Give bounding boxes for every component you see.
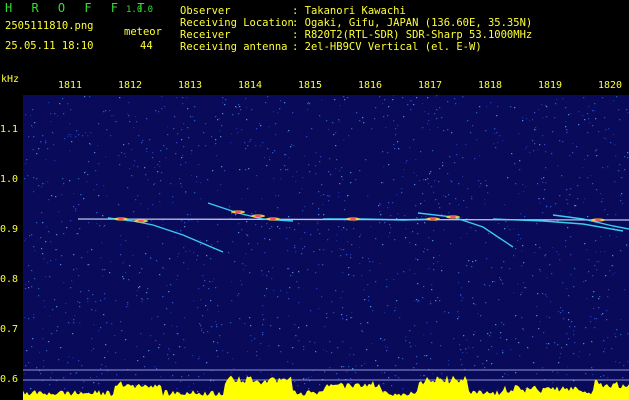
echo-hotspot-core bbox=[595, 218, 601, 222]
echo-hotspot-core bbox=[138, 219, 144, 223]
app-version: 1.0.0 bbox=[126, 5, 154, 15]
antenna-value: : 2el-HB9CV Vertical (el. E-W) bbox=[292, 41, 482, 53]
spectrogram-plot bbox=[23, 95, 629, 400]
receiver-value: : R820T2(RTL-SDR) SDR-Sharp 53.1000MHz bbox=[292, 29, 533, 41]
noise-speckle bbox=[27, 95, 621, 400]
x-tick-label: 1816 bbox=[358, 80, 383, 91]
observer-label: Observer bbox=[180, 5, 231, 17]
observer-value: : Takanori Kawachi bbox=[292, 5, 406, 17]
echo-hotspot-core bbox=[430, 217, 436, 221]
echo-hotspot-core bbox=[450, 215, 456, 219]
x-tick-label: 1814 bbox=[238, 80, 263, 91]
meteor-echo-trail bbox=[107, 217, 224, 253]
location-label: Receiving Location bbox=[180, 17, 294, 29]
y-tick-label: 0.9 bbox=[0, 224, 19, 235]
location-value: : Ogaki, Gifu, JAPAN (136.60E, 35.35N) bbox=[292, 17, 533, 29]
capture-datetime: 25.05.11 18:10 bbox=[5, 40, 94, 52]
y-unit-label: kHz bbox=[1, 74, 20, 85]
spectrogram-canvas bbox=[23, 95, 629, 400]
x-tick-label: 1820 bbox=[598, 80, 623, 91]
echo-hotspot-core bbox=[235, 210, 241, 214]
noise-speckle bbox=[24, 96, 629, 400]
header-panel: H R O F F T 1.0.0 2505111810.png 25.05.1… bbox=[0, 0, 629, 72]
x-tick-label: 1819 bbox=[538, 80, 563, 91]
noise-speckle bbox=[25, 98, 629, 400]
x-tick-label: 1813 bbox=[178, 80, 203, 91]
x-tick-label: 1815 bbox=[298, 80, 323, 91]
x-tick-label: 1811 bbox=[58, 80, 83, 91]
y-tick-label: 1.0 bbox=[0, 174, 19, 185]
file-name: 2505111810.png bbox=[5, 20, 94, 32]
antenna-label: Receiving antenna bbox=[180, 41, 288, 53]
y-tick-label: 0.6 bbox=[0, 374, 19, 385]
y-tick-label: 1.1 bbox=[0, 124, 19, 135]
echo-hotspot-core bbox=[350, 217, 356, 221]
echo-hotspot-core bbox=[270, 217, 276, 221]
noise-speckle bbox=[24, 96, 629, 400]
noise-speckle bbox=[24, 95, 622, 400]
noise-speckle bbox=[26, 96, 629, 400]
x-tick-label: 1818 bbox=[478, 80, 503, 91]
x-tick-label: 1817 bbox=[418, 80, 443, 91]
meteor-count: 44 bbox=[140, 40, 153, 52]
receiver-label: Receiver bbox=[180, 29, 231, 41]
meteor-echo-trail bbox=[207, 202, 294, 222]
y-tick-label: 0.7 bbox=[0, 324, 19, 335]
echo-hotspot-core bbox=[118, 217, 124, 221]
noise-speckle bbox=[25, 97, 628, 400]
y-tick-label: 0.8 bbox=[0, 274, 19, 285]
echo-hotspot-core bbox=[255, 214, 261, 218]
signal-level-histogram bbox=[23, 375, 629, 400]
meteor-label: meteor bbox=[124, 26, 162, 38]
x-tick-label: 1812 bbox=[118, 80, 143, 91]
